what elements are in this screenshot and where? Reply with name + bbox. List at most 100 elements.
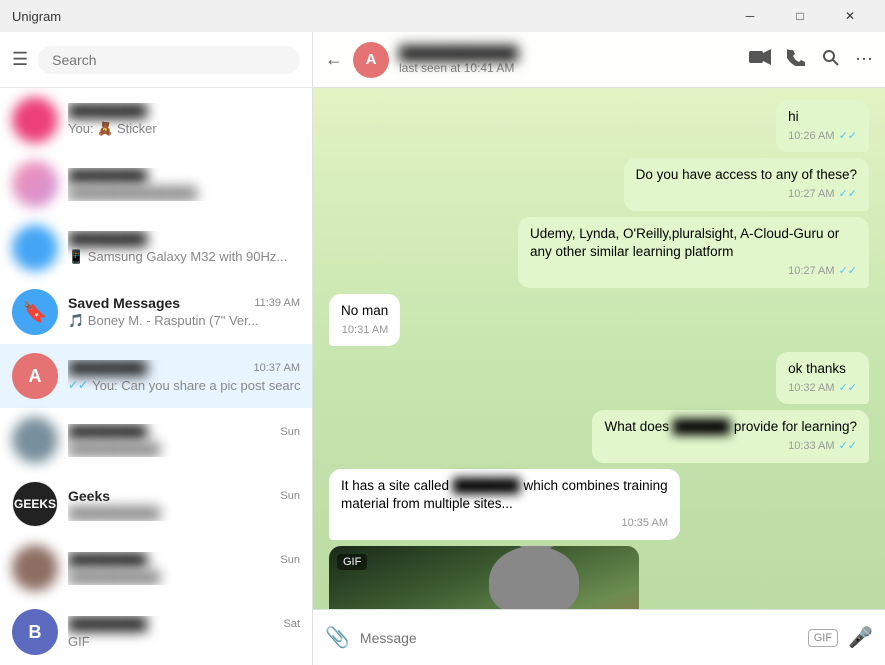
- chat-header-avatar: A: [353, 42, 389, 78]
- chat-time: Sun: [280, 490, 300, 502]
- chat-time: Sun: [280, 426, 300, 438]
- list-item[interactable]: B ████████ Sat GIF: [0, 600, 312, 664]
- chat-info: ████████ Sat GIF: [68, 616, 300, 649]
- chat-header: ← A ████████████ last seen at 10:41 AM ⋯: [313, 32, 885, 88]
- avatar: [12, 545, 58, 591]
- chat-name: ████████: [68, 103, 147, 119]
- message-row: What does ██████ provide for learning? 1…: [329, 410, 869, 462]
- message-time: 10:35 AM: [622, 516, 668, 531]
- avatar: B: [12, 609, 58, 655]
- list-item-active[interactable]: A ████████ 10:37 AM ✓✓ You: Can you shar…: [0, 344, 312, 408]
- search-input[interactable]: [38, 46, 300, 74]
- check-icon: ✓✓: [68, 378, 88, 392]
- chat-name: ████████: [68, 616, 147, 632]
- back-button[interactable]: ←: [325, 49, 343, 70]
- chat-list: ████████ You: 🧸 Sticker ████████: [0, 88, 312, 665]
- chat-header-info: ████████████ last seen at 10:41 AM: [399, 45, 739, 75]
- chat-name: Geeks: [68, 488, 110, 504]
- message-row: hi 10:26 AM ✓✓: [329, 100, 869, 152]
- chat-top: ████████: [68, 231, 300, 247]
- message-row: Do you have access to any of these? 10:2…: [329, 158, 869, 210]
- read-receipt: ✓✓: [839, 187, 857, 202]
- titlebar: Unigram ─ □ ✕: [0, 0, 885, 32]
- avatar: [12, 225, 58, 271]
- list-item[interactable]: ████████ Sun ██████████: [0, 408, 312, 472]
- chat-top: ████████ Sat: [68, 616, 300, 632]
- message-row: No man 10:31 AM: [329, 294, 869, 346]
- minimize-button[interactable]: ─: [727, 0, 773, 32]
- message-input[interactable]: [360, 630, 798, 646]
- input-right: GIF 🎤: [808, 625, 873, 650]
- gif-button[interactable]: GIF: [808, 629, 838, 647]
- chat-name: Saved Messages: [68, 295, 180, 311]
- blurred-word: ██████: [673, 418, 730, 437]
- message-time: 10:27 AM: [788, 187, 834, 202]
- avatar: [12, 417, 58, 463]
- chat-top: ████████: [68, 168, 300, 184]
- menu-icon[interactable]: ☰: [12, 49, 28, 70]
- message-row: 🐱 GIF 10:35 AM ✓✓: [329, 546, 869, 609]
- gif-bubble[interactable]: 🐱 GIF 10:35 AM ✓✓: [329, 546, 639, 609]
- list-item[interactable]: GEEKS Geeks Sun ██████████: [0, 472, 312, 536]
- message-bubble: What does ██████ provide for learning? 1…: [592, 410, 869, 462]
- messages-area: hi 10:26 AM ✓✓ Do you have access to any…: [313, 88, 885, 609]
- sidebar: ☰ ████████ You: 🧸 Sticker: [0, 32, 313, 665]
- avatar: [12, 161, 58, 207]
- gif-label: GIF: [337, 554, 367, 570]
- read-receipt: ✓✓: [839, 264, 857, 279]
- chat-time: 11:39 AM: [254, 297, 300, 309]
- microphone-icon[interactable]: 🎤: [848, 625, 873, 650]
- maximize-button[interactable]: □: [777, 0, 823, 32]
- chat-name: ████████: [68, 360, 147, 376]
- message-text: Udemy, Lynda, O'Reilly,pluralsight, A-Cl…: [530, 226, 839, 260]
- chat-info: ████████ You: 🧸 Sticker: [68, 103, 300, 137]
- message-bubble: No man 10:31 AM: [329, 294, 400, 346]
- list-item[interactable]: ████████ Sun ██████████: [0, 536, 312, 600]
- list-item[interactable]: 🔖 Saved Messages 11:39 AM 🎵 Boney M. - R…: [0, 280, 312, 344]
- list-item[interactable]: ████████ ██████████████: [0, 152, 312, 216]
- message-time: 10:32 AM: [788, 381, 834, 396]
- avatar: [12, 97, 58, 143]
- message-text: No man: [341, 303, 388, 318]
- attachment-icon[interactable]: 📎: [325, 625, 350, 650]
- read-receipt: ✓✓: [839, 439, 857, 454]
- chat-preview: ██████████████: [68, 186, 300, 201]
- chat-area: ← A ████████████ last seen at 10:41 AM ⋯: [313, 32, 885, 665]
- sidebar-header: ☰: [0, 32, 312, 88]
- list-item[interactable]: ████████ 📱 Samsung Galaxy M32 with 90Hz.…: [0, 216, 312, 280]
- message-bubble: Udemy, Lynda, O'Reilly,pluralsight, A-Cl…: [518, 217, 869, 288]
- chat-preview: GIF: [68, 634, 300, 649]
- message-bubble: hi 10:26 AM ✓✓: [776, 100, 869, 152]
- more-icon[interactable]: ⋯: [855, 49, 873, 70]
- list-item[interactable]: ████████ You: 🧸 Sticker: [0, 88, 312, 152]
- chat-top: ████████: [68, 103, 300, 119]
- app-title: Unigram: [12, 9, 727, 24]
- chat-name: ████████: [68, 168, 147, 184]
- chat-preview: 📱 Samsung Galaxy M32 with 90Hz...: [68, 249, 300, 265]
- message-time: 10:31 AM: [342, 323, 388, 338]
- message-text: Do you have access to any of these?: [636, 167, 857, 182]
- message-row: Udemy, Lynda, O'Reilly,pluralsight, A-Cl…: [329, 217, 869, 288]
- message-time: 10:33 AM: [788, 439, 834, 454]
- contact-name: ████████████: [399, 45, 739, 61]
- phone-icon[interactable]: [787, 48, 805, 71]
- avatar: GEEKS: [12, 481, 58, 527]
- chat-info: ████████ ██████████████: [68, 168, 300, 201]
- chat-time: Sat: [283, 618, 300, 630]
- chat-top: ████████ Sun: [68, 552, 300, 568]
- chat-preview: 🎵 Boney M. - Rasputin (7" Ver...: [68, 313, 300, 329]
- chat-top: ████████ 10:37 AM: [68, 360, 300, 376]
- chat-name: ████████: [68, 552, 147, 568]
- chat-info: Geeks Sun ██████████: [68, 488, 300, 521]
- window-controls: ─ □ ✕: [727, 0, 873, 32]
- video-call-icon[interactable]: [749, 49, 771, 70]
- chat-info: ████████ Sun ██████████: [68, 424, 300, 457]
- read-receipt: ✓✓: [839, 129, 857, 144]
- message-input-area: 📎 GIF 🎤: [313, 609, 885, 665]
- message-text: It has a site called ███████ which combi…: [341, 478, 668, 512]
- chat-preview: ██████████: [68, 570, 300, 585]
- avatar: A: [12, 353, 58, 399]
- chat-preview: ██████████: [68, 442, 300, 457]
- close-button[interactable]: ✕: [827, 0, 873, 32]
- search-icon[interactable]: [821, 48, 839, 71]
